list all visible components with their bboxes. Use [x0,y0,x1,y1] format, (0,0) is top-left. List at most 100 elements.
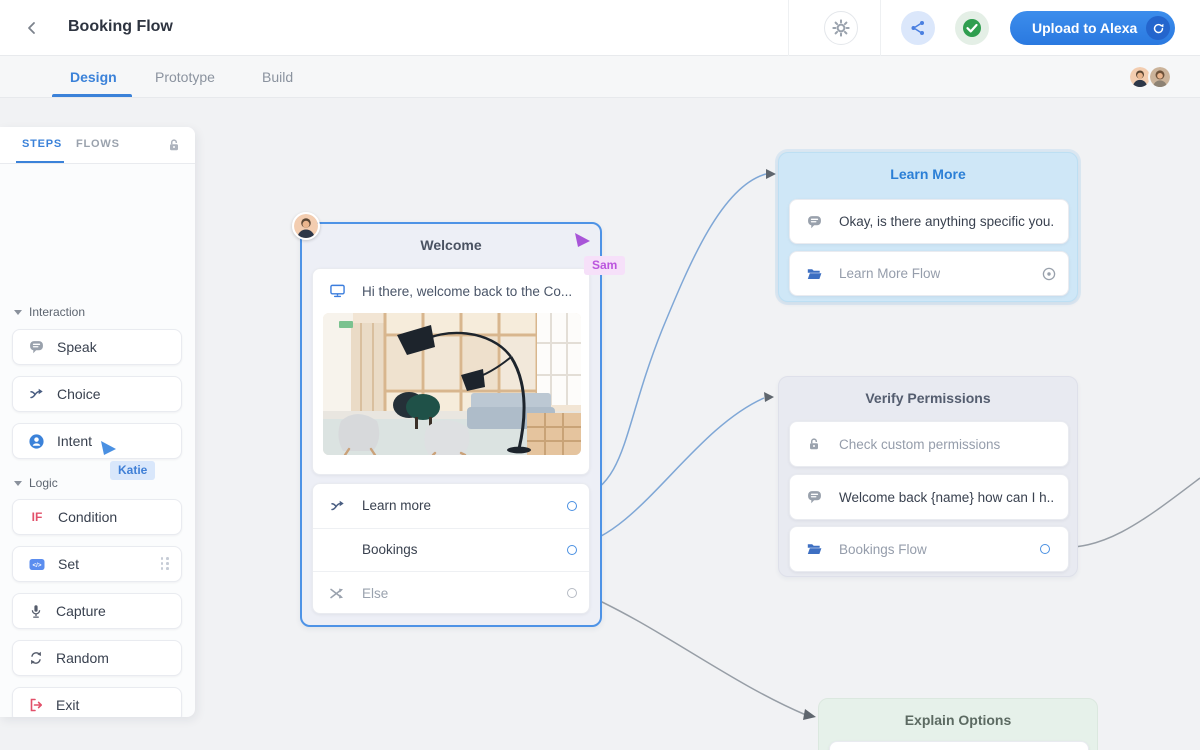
block-verify-permissions[interactable]: Verify Permissions Check custom permissi… [778,376,1078,577]
sidebar-item-set[interactable]: </> Set [12,546,182,582]
choice-icon [330,499,345,513]
permissions-card[interactable]: Check custom permissions [789,421,1069,467]
avatar-katie[interactable] [1148,65,1172,89]
sidebar-item-condition[interactable]: IF Condition [12,499,182,535]
set-icon: </> [29,558,45,571]
sidebar-item-exit[interactable]: Exit [12,687,182,717]
mode-tabbar: Design Prototype Build [0,56,1200,98]
tab-prototype-label: Prototype [155,69,215,85]
sidebar-header: STEPS FLOWS [0,127,195,164]
sidebar-item-random[interactable]: Random [12,640,182,676]
block-welcome[interactable]: Welcome Hi there, welcome back to the Co… [300,222,602,627]
speak-icon [807,215,822,229]
port-bookings[interactable] [567,545,577,555]
welcome-speak-card[interactable]: Hi there, welcome back to the Co... [312,268,590,475]
tab-build-label: Build [262,69,293,85]
sidebar-tab-flows[interactable]: FLOWS [76,138,120,150]
port-else[interactable] [567,588,577,598]
port-bookings-flow[interactable] [1040,544,1050,554]
section-logic[interactable]: Logic [14,476,58,490]
active-tab-underline [52,94,132,97]
bookings-flow-card[interactable]: Bookings Flow [789,526,1069,572]
block-title: Learn More [779,153,1077,195]
item-label: Random [56,650,109,666]
learn-more-flow-card[interactable]: Learn More Flow [789,251,1069,296]
flow-name: Learn More Flow [839,266,940,281]
topbar: Booking Flow Upload to Alexa [0,0,1200,56]
caret-down-icon [14,481,22,486]
sidebar-tab-underline [16,161,64,163]
intent-icon [29,434,44,449]
section-label: Logic [29,476,58,490]
choice-row-else[interactable]: Else [313,571,589,615]
enter-flow-icon[interactable] [1042,267,1056,286]
choice-row-learn-more[interactable]: Learn more [313,484,589,528]
arrowhead-learn-more [766,169,776,179]
topbar-divider [788,0,789,56]
tab-build[interactable]: Build [262,56,293,98]
block-learn-more[interactable]: Learn More Okay, is there anything speci… [778,152,1078,302]
lock-icon [167,138,181,152]
item-label: Exit [56,697,79,713]
cursor-sam-icon [574,232,592,250]
arrowhead-verify [764,392,774,402]
shuffle-icon [330,587,345,600]
share-icon [910,20,926,36]
folder-icon [807,268,822,280]
item-label: Condition [58,509,117,525]
sidebar-tab-steps[interactable]: STEPS [22,138,62,150]
microphone-icon [29,604,43,619]
tab-design[interactable]: Design [70,56,117,98]
item-label: Speak [57,339,97,355]
choice-label: Learn more [362,498,431,513]
gear-icon [832,19,850,37]
speak-icon [807,490,822,504]
block-explain-options[interactable]: Explain Options [818,698,1098,750]
upload-to-alexa-button[interactable]: Upload to Alexa [1010,11,1175,45]
svg-text:</>: </> [33,562,42,569]
lock-icon [807,437,822,451]
upload-label: Upload to Alexa [1032,20,1137,36]
speak-text: Welcome back {name} how can I h... [839,490,1054,505]
settings-button[interactable] [824,11,858,45]
status-check-button[interactable] [955,11,989,45]
exit-icon [29,698,43,712]
tab-prototype[interactable]: Prototype [155,56,215,98]
connector-explain [578,591,806,715]
avatar-sam-image [294,214,318,238]
chevron-left-icon [29,23,34,33]
item-label: Choice [57,386,101,402]
section-interaction[interactable]: Interaction [14,305,85,319]
drag-handle-icon[interactable] [161,557,170,570]
share-button[interactable] [901,11,935,45]
speak-text: Hi there, welcome back to the Co... [362,284,572,299]
connector-learn-more [578,174,766,499]
explain-card[interactable] [829,741,1089,750]
condition-if-icon: IF [29,510,45,524]
sync-icon [1152,22,1165,35]
sync-button[interactable] [1146,16,1170,40]
cursor-sam-label: Sam [584,256,625,275]
welcome-choices-card[interactable]: Learn more Bookings Else [312,483,590,614]
speak-text: Okay, is there anything specific you... [839,214,1054,229]
learn-more-speak-card[interactable]: Okay, is there anything specific you... [789,199,1069,244]
page-title: Booking Flow [68,18,173,36]
speak-icon [29,340,44,354]
item-label: Intent [57,433,92,449]
section-label: Interaction [29,305,85,319]
sidebar-item-capture[interactable]: Capture [12,593,182,629]
back-button[interactable] [24,20,40,36]
item-label: Capture [56,603,106,619]
port-learn-more[interactable] [567,501,577,511]
verify-speak-card[interactable]: Welcome back {name} how can I h... [789,474,1069,520]
cursor-katie-label: Katie [110,461,155,480]
permissions-text: Check custom permissions [839,437,1000,452]
block-title: Verify Permissions [779,377,1077,419]
topbar-divider [880,0,881,56]
sidebar-item-speak[interactable]: Speak [12,329,182,365]
sidebar-item-intent[interactable]: Intent [12,423,182,459]
sidebar-item-choice[interactable]: Choice [12,376,182,412]
block-owner-avatar [292,212,320,240]
display-icon [330,284,345,298]
choice-row-bookings[interactable]: Bookings [313,528,589,572]
